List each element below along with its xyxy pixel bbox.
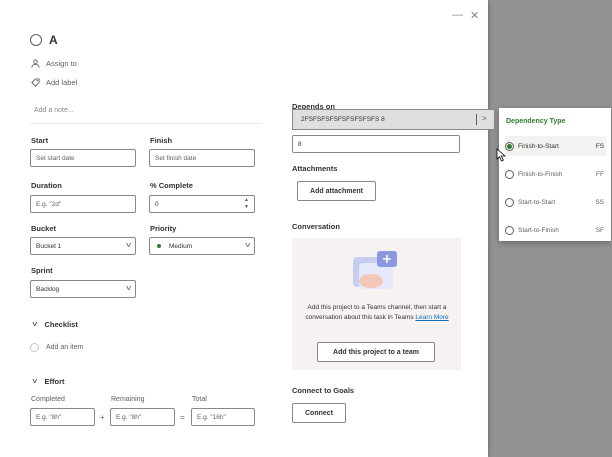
completed-effort-input[interactable]: E.g. "8h": [30, 408, 95, 426]
priority-dot-icon: [157, 244, 161, 248]
depends-on-value: 8: [298, 140, 302, 148]
finish-date-placeholder: Set finish date: [155, 154, 197, 162]
connect-to-goals-label: Connect to Goals: [292, 386, 355, 395]
chip-separator: [476, 114, 477, 125]
chevron-down-icon: v: [32, 321, 38, 328]
option-start-to-finish[interactable]: Start-to-Finish SF: [505, 220, 606, 240]
assign-to-label: Assign to: [46, 59, 77, 68]
option-code: FS: [595, 142, 604, 150]
total-effort-input[interactable]: E.g. "16h": [191, 408, 255, 426]
connect-button[interactable]: Connect: [292, 403, 346, 423]
option-label: Finish-to-Start: [518, 142, 559, 150]
add-attachment-button[interactable]: Add attachment: [297, 181, 376, 201]
task-title-row: A: [30, 33, 58, 47]
dependency-type-title: Dependency Type: [506, 118, 566, 125]
start-label: Start: [31, 136, 49, 145]
option-label: Start-to-Finish: [518, 226, 559, 234]
teams-chat-illustration: [353, 251, 397, 289]
effort-toggle[interactable]: v Effort: [32, 377, 65, 386]
chevron-down-icon: v: [32, 378, 38, 385]
priority-label: Priority: [150, 224, 177, 233]
chevron-down-icon: v: [244, 242, 250, 249]
minimize-icon[interactable]: —: [452, 9, 463, 21]
note-divider: [30, 123, 262, 124]
add-project-to-team-button[interactable]: Add this project to a team: [317, 342, 435, 362]
note-input[interactable]: Add a note...: [34, 107, 74, 114]
radio-icon: [505, 169, 514, 179]
option-finish-to-start[interactable]: Finish-to-Start FS: [505, 136, 606, 156]
priority-value: Medium: [169, 242, 193, 250]
radio-icon: [505, 197, 514, 207]
duration-placeholder: E.g. "2d": [36, 200, 62, 208]
plus-sign: +: [100, 413, 105, 422]
spinner-arrows-icon[interactable]: ▲ ▼: [244, 197, 249, 211]
total-placeholder: E.g. "16h": [197, 413, 226, 421]
assign-to-button[interactable]: Assign to: [31, 59, 77, 68]
equals-sign: =: [180, 413, 185, 422]
bucket-value: Bucket 1: [36, 242, 62, 250]
add-label-button[interactable]: Add label: [31, 78, 77, 87]
option-start-to-start[interactable]: Start-to-Start SS: [505, 192, 606, 212]
attachments-label: Attachments: [292, 164, 338, 173]
task-details-dialog: — ✕ A Assign to Add label Add a note... …: [0, 0, 488, 457]
checklist-label: Checklist: [44, 320, 78, 329]
dependency-chip-text: 2FSFSFSFSFSFSFSFSFS 8: [301, 116, 385, 123]
option-code: SF: [595, 226, 604, 234]
percent-complete-value: 0: [155, 200, 159, 208]
add-checklist-item[interactable]: Add an item: [30, 343, 83, 352]
mouse-cursor-icon: [496, 148, 506, 162]
completed-placeholder: E.g. "8h": [36, 413, 62, 421]
remaining-label: Remaining: [111, 396, 145, 403]
bucket-label: Bucket: [31, 224, 57, 233]
radio-selected-icon: [505, 141, 514, 151]
duration-label: Duration: [31, 181, 62, 190]
start-date-placeholder: Set start date: [36, 154, 75, 162]
conversation-description: Add this project to a Teams channel, the…: [302, 303, 452, 322]
option-code: FF: [596, 170, 604, 178]
option-finish-to-finish[interactable]: Finish-to-Finish FF: [505, 164, 606, 184]
chevron-down-icon: v: [125, 242, 131, 249]
close-icon[interactable]: ✕: [470, 9, 479, 22]
option-label: Finish-to-Finish: [518, 170, 563, 178]
tag-icon: [31, 78, 40, 87]
checklist-circle-icon: [30, 343, 39, 352]
chevron-right-icon[interactable]: >: [482, 114, 487, 123]
depends-on-input[interactable]: 8: [292, 135, 460, 153]
start-date-input[interactable]: Set start date: [30, 149, 136, 167]
dependency-chip[interactable]: 2FSFSFSFSFSFSFSFSFS 8 >: [292, 109, 495, 130]
sprint-select[interactable]: Backlog v: [30, 280, 136, 298]
person-icon: [31, 59, 40, 68]
completed-label: Completed: [31, 396, 65, 403]
finish-label: Finish: [150, 136, 173, 145]
radio-dot: [507, 143, 512, 149]
conversation-label: Conversation: [292, 222, 340, 231]
priority-select[interactable]: Medium v: [149, 237, 255, 255]
percent-complete-label: % Complete: [150, 181, 193, 190]
checklist-toggle[interactable]: v Checklist: [32, 320, 78, 329]
sprint-label: Sprint: [31, 266, 53, 275]
add-label-label: Add label: [46, 78, 78, 87]
percent-complete-input[interactable]: 0 ▲ ▼: [149, 195, 255, 213]
chevron-down-icon: v: [125, 285, 131, 292]
learn-more-link[interactable]: Learn More: [415, 314, 448, 321]
option-label: Start-to-Start: [518, 198, 556, 206]
add-item-label: Add an item: [46, 344, 84, 351]
duration-input[interactable]: E.g. "2d": [30, 195, 136, 213]
bucket-select[interactable]: Bucket 1 v: [30, 237, 136, 255]
radio-icon: [505, 225, 514, 235]
remaining-effort-input[interactable]: E.g. "8h": [110, 408, 175, 426]
finish-date-input[interactable]: Set finish date: [149, 149, 255, 167]
dependency-type-popup: Dependency Type Finish-to-Start FS Finis…: [499, 108, 611, 241]
complete-task-checkbox[interactable]: [30, 34, 42, 46]
option-code: SS: [595, 198, 604, 206]
task-title[interactable]: A: [49, 33, 58, 47]
remaining-placeholder: E.g. "8h": [116, 413, 142, 421]
total-label: Total: [192, 396, 207, 403]
sprint-value: Backlog: [36, 285, 60, 293]
effort-label: Effort: [44, 377, 65, 386]
